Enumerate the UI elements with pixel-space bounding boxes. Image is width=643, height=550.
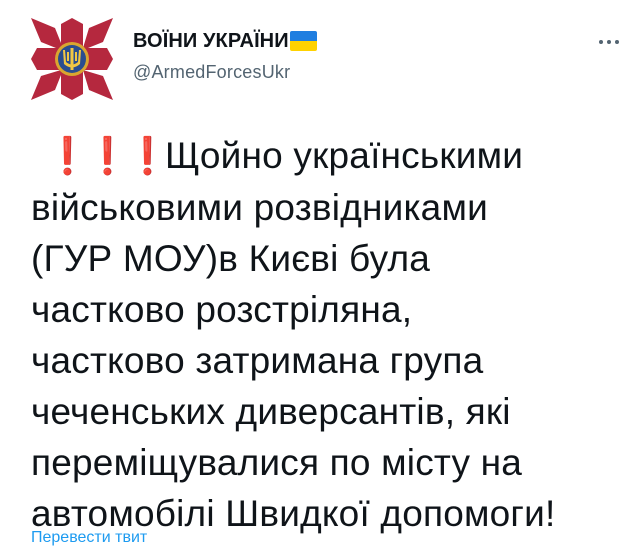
more-options-button[interactable] (591, 30, 627, 54)
flag-yellow-stripe (289, 41, 317, 51)
translate-tweet-link[interactable]: Перевести твит (31, 527, 147, 549)
tweet: ВОЇНИ УКРАЇНИ @ArmedForcesUkr ❗❗❗Щойно у… (0, 0, 643, 550)
exclamation-emoji-icon: ❗ (45, 136, 91, 177)
tweet-text: ❗❗❗Щойно українськими військовими розвід… (31, 130, 631, 539)
exclamation-emoji-group: ❗❗❗ (45, 130, 171, 182)
account-handle[interactable]: @ArmedForcesUkr (133, 60, 317, 84)
display-name[interactable]: ВОЇНИ УКРАЇНИ (133, 28, 317, 54)
exclamation-emoji-icon: ❗ (85, 136, 131, 177)
tweet-line: (ГУР МОУ)в Києві була (31, 238, 431, 279)
tweet-line: чеченських диверсантів, які (31, 391, 511, 432)
ukraine-flag-icon (289, 31, 317, 51)
armed-forces-emblem-icon (31, 18, 113, 100)
tweet-line: ❗❗❗Щойно українськими (31, 130, 631, 182)
more-dots-icon (607, 40, 611, 44)
tweet-line: переміщувалися по місту на (31, 442, 523, 483)
tweet-line-text: Щойно українськими (165, 135, 524, 176)
tweet-line: частково затримана група (31, 340, 484, 381)
more-dots-icon (615, 40, 619, 44)
display-name-text[interactable]: ВОЇНИ УКРАЇНИ (133, 28, 289, 54)
flag-blue-stripe (289, 31, 317, 41)
tweet-line: частково розстріляна, (31, 289, 413, 330)
tweet-header: ВОЇНИ УКРАЇНИ @ArmedForcesUkr (133, 28, 317, 84)
exclamation-emoji-icon: ❗ (125, 136, 171, 177)
avatar[interactable] (27, 14, 117, 104)
more-dots-icon (599, 40, 603, 44)
tweet-line: військовими розвідниками (31, 187, 488, 228)
